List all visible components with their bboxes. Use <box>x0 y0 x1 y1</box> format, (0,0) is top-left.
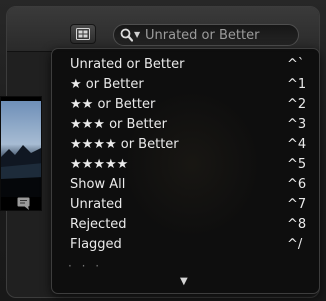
browser-view-icon <box>76 28 90 40</box>
menu-item-label: ★★★★★ <box>70 157 129 172</box>
menu-item-shortcut: ^/ <box>287 237 303 252</box>
menu-item-flagged[interactable]: Flagged ^/ <box>52 235 319 255</box>
more-items-indicator: · · · <box>68 259 103 273</box>
menu-item-unrated[interactable]: Unrated ^7 <box>52 195 319 215</box>
menu-item-label: Rejected <box>70 217 127 232</box>
menu-item-label: ★★★★ or Better <box>70 137 179 152</box>
menu-item-show-all[interactable]: Show All ^6 <box>52 175 319 195</box>
scroll-down-arrow-icon[interactable]: ▼ <box>180 277 188 287</box>
search-icon <box>120 28 133 42</box>
menu-item-unrated-or-better[interactable]: Unrated or Better ^` <box>52 55 319 75</box>
menu-item-label: Flagged <box>70 237 122 252</box>
menu-item-label: Unrated <box>70 197 123 212</box>
menu-item-shortcut: ^7 <box>287 197 307 212</box>
menu-item-3-stars-or-better[interactable]: ★★★ or Better ^3 <box>52 115 319 135</box>
menu-item-label: ★★ or Better <box>70 97 156 112</box>
menu-item-label: Show All <box>70 177 126 192</box>
menu-item-2-stars-or-better[interactable]: ★★ or Better ^2 <box>52 95 319 115</box>
menu-item-rejected[interactable]: Rejected ^8 <box>52 215 319 235</box>
search-options-chevron-icon[interactable]: ▼ <box>134 28 140 42</box>
menu-item-label: ★★★ or Better <box>70 117 167 132</box>
browser-view-button[interactable] <box>70 24 96 44</box>
rating-filter-menu: Unrated or Better ^` ★ or Better ^1 ★★ o… <box>51 48 320 294</box>
menu-item-shortcut: ^5 <box>287 157 307 172</box>
menu-item-4-stars-or-better[interactable]: ★★★★ or Better ^4 <box>52 135 319 155</box>
comment-badge-icon <box>17 197 30 210</box>
search-field[interactable]: ▼ <box>113 24 299 46</box>
search-input[interactable] <box>145 26 293 44</box>
menu-item-shortcut: ^2 <box>287 97 307 112</box>
app-window: ▼ Unrated or Better Unrated or Better ^`… <box>0 0 326 301</box>
menu-item-shortcut: ^6 <box>287 177 307 192</box>
menu-item-shortcut: ^3 <box>287 117 307 132</box>
menu-item-shortcut: ^8 <box>287 217 307 232</box>
menu-item-label: Unrated or Better <box>70 57 185 72</box>
photo-thumbnail[interactable] <box>0 96 42 211</box>
menu-item-shortcut: ^4 <box>287 137 307 152</box>
menu-item-label: ★ or Better <box>70 77 144 92</box>
menu-item-1-star-or-better[interactable]: ★ or Better ^1 <box>52 75 319 95</box>
menu-item-shortcut: ^1 <box>287 77 307 92</box>
menu-item-shortcut: ^` <box>287 57 305 72</box>
menu-item-5-stars[interactable]: ★★★★★ ^5 <box>52 155 319 175</box>
